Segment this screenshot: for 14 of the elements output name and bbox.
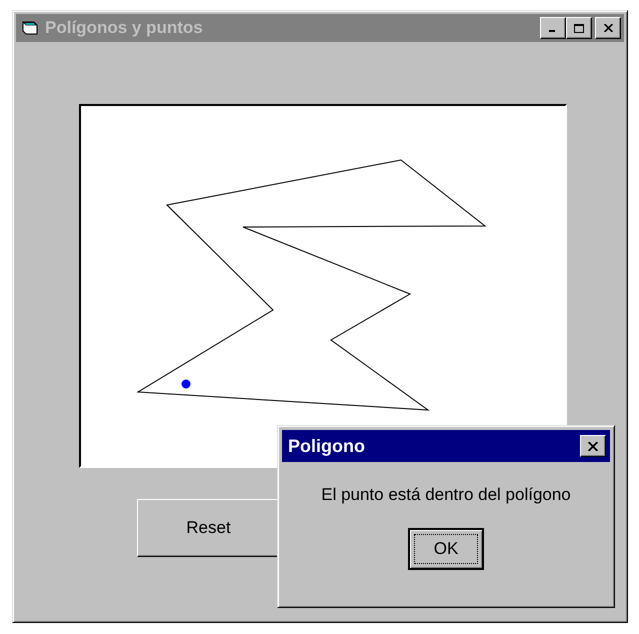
close-button[interactable] [595,17,621,39]
dialog-message: El punto está dentro del polígono [320,485,572,505]
maximize-icon [574,24,584,32]
minimize-button[interactable] [540,17,566,39]
point-marker [182,380,190,388]
close-button[interactable] [580,435,606,457]
dialog-title: Poligono [288,436,365,456]
ok-button[interactable]: OK [408,528,484,570]
close-icon [588,442,598,450]
maximize-button[interactable] [566,17,592,39]
window-title: Polígonos y puntos [45,18,203,38]
reset-button[interactable]: Reset [137,499,280,557]
close-icon [604,24,612,32]
window-icon [22,21,38,35]
